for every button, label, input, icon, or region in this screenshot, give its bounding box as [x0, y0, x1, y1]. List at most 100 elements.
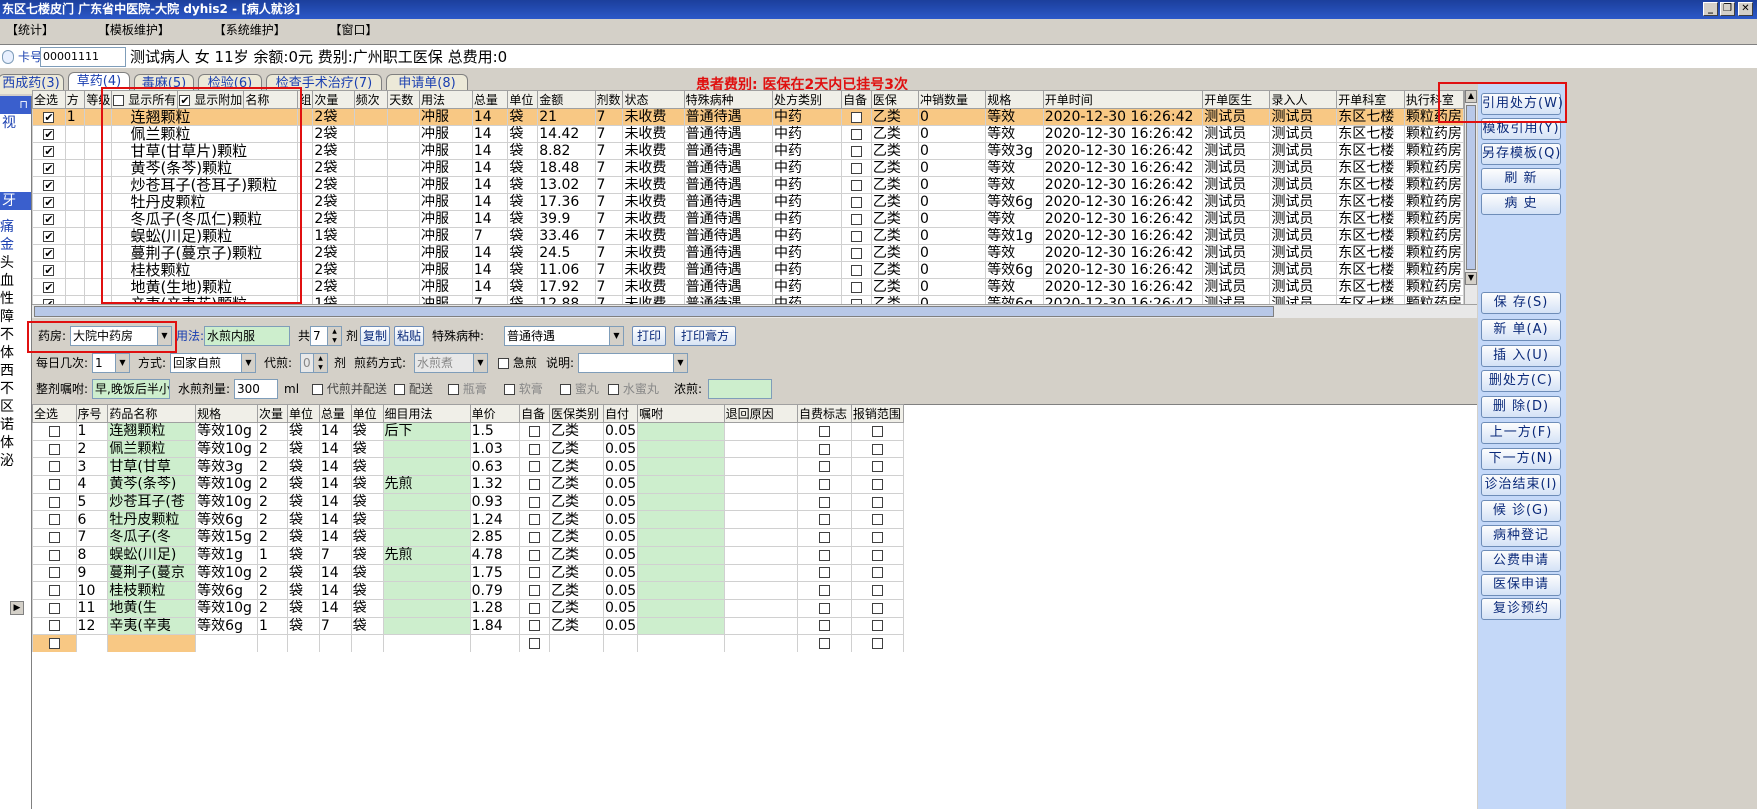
- pin-icon[interactable]: ⊓: [0, 96, 31, 114]
- checkbox[interactable]: [818, 567, 830, 579]
- checkbox[interactable]: [850, 145, 862, 157]
- history-button[interactable]: 病 史: [1481, 193, 1561, 215]
- checkbox[interactable]: [48, 425, 60, 437]
- disease-select[interactable]: 普通待遇 ▼: [504, 326, 624, 346]
- checkbox[interactable]: [529, 620, 541, 632]
- disease-register-button[interactable]: 病种登记: [1481, 525, 1561, 547]
- left-item[interactable]: 牙: [0, 192, 31, 210]
- pharmacy-select[interactable]: 大院中药房 ▼: [70, 326, 172, 346]
- table-row[interactable]: ✔ 佩兰颗粒 2袋 冲服 14 袋 14.42 7 未收费 普通待遇 中药 乙类 0 等效 2020-12-…: [32, 125, 1464, 143]
- table-row[interactable]: 9 蔓荆子(蔓京 等效10g 2 袋 14 袋 1.75 乙类 0.05: [32, 563, 904, 583]
- checkbox[interactable]: [529, 425, 541, 437]
- next-prescription-button[interactable]: 下一方(N): [1481, 448, 1561, 470]
- stepper-icon[interactable]: ▲ ▼: [327, 327, 341, 345]
- scroll-thumb[interactable]: [1466, 105, 1476, 270]
- checkbox[interactable]: [529, 461, 541, 473]
- checkbox[interactable]: [608, 384, 619, 395]
- checkbox[interactable]: [871, 549, 883, 561]
- minimize-button[interactable]: _: [1703, 2, 1718, 16]
- vertical-scrollbar[interactable]: ▲ ▼: [1464, 90, 1477, 304]
- new-button[interactable]: 新 单(A): [1481, 319, 1561, 341]
- checkbox[interactable]: [48, 514, 60, 526]
- empty-cell[interactable]: [107, 634, 197, 652]
- checkbox[interactable]: [818, 496, 830, 508]
- scroll-right-icon[interactable]: ▶: [10, 601, 24, 615]
- empty-cell[interactable]: [350, 634, 384, 652]
- checkbox[interactable]: [850, 162, 862, 174]
- table-row[interactable]: 3 甘草(甘草 等效3g 2 袋 14 袋 0.63 乙类 0.05: [32, 457, 904, 477]
- checkbox[interactable]: [818, 478, 830, 490]
- checkbox[interactable]: [394, 384, 405, 395]
- checkbox[interactable]: [498, 358, 509, 369]
- checkbox[interactable]: [48, 478, 60, 490]
- horizontal-scrollbar[interactable]: [32, 304, 1477, 318]
- checkbox[interactable]: [850, 179, 862, 191]
- checkbox[interactable]: [850, 281, 862, 293]
- menu-window[interactable]: 【窗口】: [330, 23, 378, 37]
- table-row[interactable]: 10 桂枝颗粒 等效6g 2 袋 14 袋 0.79 乙类 0.05: [32, 581, 904, 600]
- times-select[interactable]: 1 ▼: [92, 353, 130, 373]
- checkbox[interactable]: [48, 531, 60, 543]
- checkbox[interactable]: [529, 602, 541, 614]
- scroll-up-icon[interactable]: ▲: [1465, 90, 1477, 103]
- checkbox[interactable]: ✔: [43, 213, 55, 225]
- table-row[interactable]: 11 地黄(生 等效10g 2 袋 14 袋 1.28 乙类 0.05: [32, 598, 904, 618]
- chevron-down-icon[interactable]: ▼: [115, 354, 129, 372]
- ointment-option[interactable]: 软膏: [504, 379, 543, 399]
- checkbox[interactable]: [818, 620, 830, 632]
- table-row[interactable]: 4 黄芩(条芩) 等效10g 2 袋 14 袋先煎 1.32 乙类 0.05: [32, 475, 904, 494]
- scroll-thumb[interactable]: [34, 306, 1274, 317]
- checkbox[interactable]: [850, 264, 862, 276]
- revisit-button[interactable]: 复诊预约: [1481, 598, 1561, 620]
- checkbox[interactable]: ✔: [179, 95, 191, 106]
- table-row[interactable]: 7 冬瓜子(冬 等效15g 2 袋 14 袋 2.85 乙类 0.05: [32, 528, 904, 547]
- empty-cell[interactable]: [195, 634, 259, 652]
- usage-input[interactable]: 水煎内服: [204, 326, 290, 346]
- checkbox[interactable]: ✔: [43, 230, 55, 242]
- deliver-option[interactable]: 配送: [394, 379, 433, 399]
- show-all-toggle[interactable]: 显示所有: [111, 90, 179, 109]
- urgent-option[interactable]: 急煎: [498, 353, 537, 373]
- checkbox[interactable]: [529, 567, 541, 579]
- table-row[interactable]: ✔ 蔓荆子(蔓京子)颗粒 2袋 冲服 14 袋 24.5 7 未收费 普通待遇 中药 乙类 0 等效 202…: [32, 244, 1464, 262]
- checkbox[interactable]: ✔: [43, 264, 55, 276]
- empty-cell[interactable]: [382, 634, 471, 652]
- table-row[interactable]: 5 炒苍耳子(苍 等效10g 2 袋 14 袋 0.93 乙类 0.05: [32, 492, 904, 512]
- restore-button[interactable]: ❐: [1720, 2, 1735, 16]
- checkbox[interactable]: [871, 496, 883, 508]
- table-row[interactable]: 1 连翘颗粒 等效10g 2 袋 14 袋后下 1.5 乙类 0.05: [32, 422, 904, 441]
- checkbox[interactable]: ✔: [43, 111, 55, 123]
- checkbox[interactable]: [818, 425, 830, 437]
- checkbox[interactable]: [850, 111, 862, 123]
- copy-button[interactable]: 复制: [360, 326, 390, 346]
- checkbox[interactable]: [529, 478, 541, 490]
- refresh-button[interactable]: 刷 新: [1481, 168, 1561, 190]
- checkbox[interactable]: ✔: [43, 179, 55, 191]
- checkbox[interactable]: [529, 496, 541, 508]
- checkbox[interactable]: [818, 443, 830, 455]
- checkbox[interactable]: [48, 567, 60, 579]
- table-row[interactable]: ✔ 冬瓜子(冬瓜仁)颗粒 2袋 冲服 14 袋 39.9 7 未收费 普通待遇 中药 乙类 0 等效 202…: [32, 210, 1464, 228]
- checkbox[interactable]: [871, 567, 883, 579]
- empty-cell[interactable]: [318, 634, 352, 652]
- checkbox[interactable]: [529, 638, 541, 650]
- empty-cell[interactable]: [257, 634, 288, 652]
- checkbox[interactable]: [818, 585, 830, 597]
- table-row[interactable]: ✔ 蜈蚣(川足)颗粒 1袋 冲服 7 袋 33.46 7 未收费 普通待遇 中药 乙类 0 等效1g 202…: [32, 227, 1464, 245]
- checkbox[interactable]: [529, 531, 541, 543]
- table-row[interactable]: 2 佩兰颗粒 等效10g 2 袋 14 袋 1.03 乙类 0.05: [32, 439, 904, 459]
- menu-template[interactable]: 【模板维护】: [98, 23, 170, 37]
- checkbox[interactable]: [529, 514, 541, 526]
- empty-cell[interactable]: [519, 634, 551, 652]
- chevron-down-icon[interactable]: ▼: [609, 327, 623, 345]
- checkbox[interactable]: [48, 585, 60, 597]
- checkbox[interactable]: [48, 496, 60, 508]
- checkbox[interactable]: [818, 461, 830, 473]
- checkbox[interactable]: ✔: [43, 281, 55, 293]
- checkbox[interactable]: [529, 549, 541, 561]
- checkbox[interactable]: [871, 585, 883, 597]
- delete-prescription-button[interactable]: 删处方(C): [1481, 370, 1561, 392]
- table-row[interactable]: ✔ 1 连翘颗粒 2袋 冲服 14 袋 21 7 未收费 普通待遇 中药 乙类 0 等效 2020-12-30…: [32, 108, 1464, 126]
- checkbox[interactable]: [850, 247, 862, 259]
- prev-prescription-button[interactable]: 上一方(F): [1481, 422, 1561, 444]
